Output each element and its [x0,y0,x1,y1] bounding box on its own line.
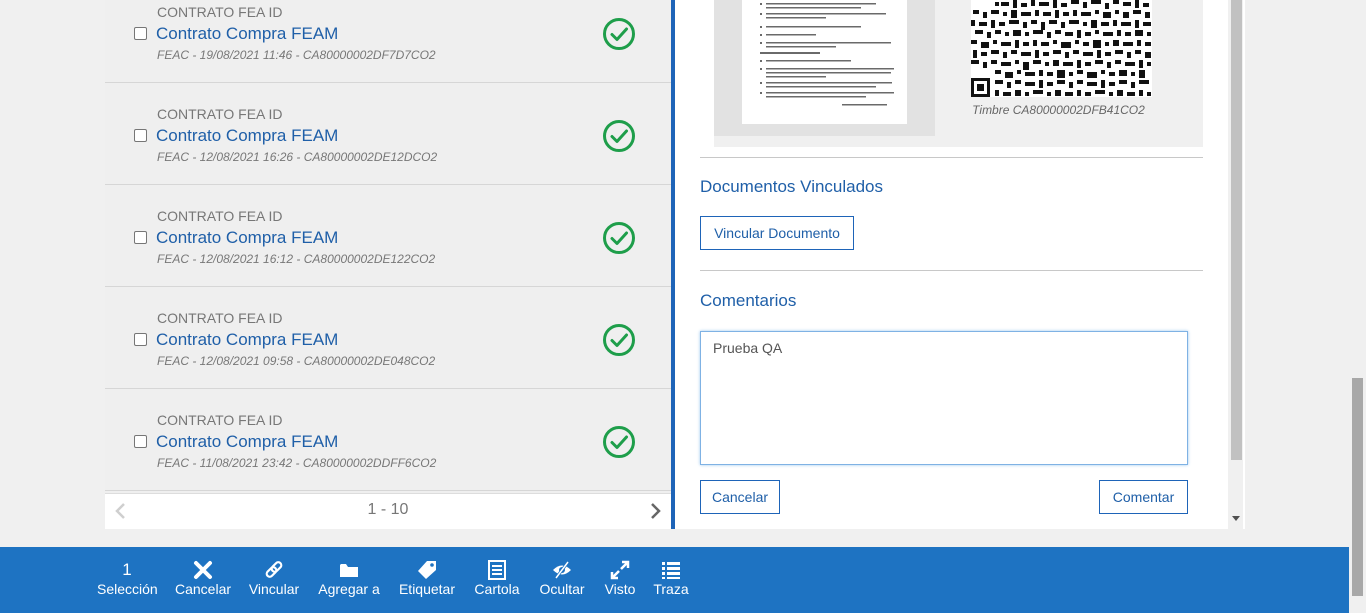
check-circle-icon [603,222,635,254]
list-item[interactable]: CONTRATO FEA ID Contrato Compra FEAM FEA… [105,0,671,83]
detail-scrollbar-thumb[interactable] [1231,0,1242,460]
folder-icon [340,564,358,577]
list-item[interactable]: CONTRATO FEA ID Contrato Compra FEAM FEA… [105,390,671,491]
timbre-caption: Timbre CA80000002DFB41CO2 [972,103,1145,117]
item-checkbox[interactable] [134,129,147,142]
comment-textarea[interactable]: Prueba QA [700,331,1188,465]
trace-toolbar-button[interactable]: Traza [652,559,690,597]
link-document-button[interactable]: Vincular Documento [700,216,854,250]
document-page-image [742,0,907,124]
item-type: CONTRATO FEA ID [157,4,283,20]
expand-icon [610,560,630,580]
toolbar-label: Agregar a [318,581,380,597]
chevron-right-icon[interactable] [647,502,663,520]
item-type: CONTRATO FEA ID [157,106,283,122]
link-icon [265,561,283,578]
page-scrollbar-thumb[interactable] [1352,378,1363,596]
linked-docs-title: Documentos Vinculados [700,177,884,196]
hide-toolbar-button[interactable]: Ocultar [537,559,587,597]
scroll-down-arrow-icon[interactable] [1232,516,1240,521]
toolbar-label: Selección [97,581,158,597]
toolbar-label: Ocultar [539,581,585,597]
item-meta: FEAC - 12/08/2021 16:12 - CA80000002DE12… [157,252,436,266]
item-type: CONTRATO FEA ID [157,412,283,428]
toolbar-label: Visto [604,581,636,597]
selection-button[interactable]: 1 Selección [97,559,158,597]
item-title[interactable]: Contrato Compra FEAM [156,228,338,248]
section-divider [700,270,1203,271]
cancel-button[interactable]: Cancelar [700,480,780,514]
item-type: CONTRATO FEA ID [157,208,283,224]
check-circle-icon [603,324,635,356]
document-list: CONTRATO FEA ID Contrato Compra FEAM FEA… [105,0,671,529]
toolbar-label: Traza [653,581,689,597]
check-circle-icon [603,120,635,152]
item-meta: FEAC - 19/08/2021 11:46 - CA80000002DF7D… [157,48,436,62]
check-circle-icon [603,426,635,458]
x-icon [194,561,212,579]
toolbar-label: Etiquetar [398,581,456,597]
document-thumbnail[interactable] [714,0,935,136]
toolbar-label: Vincular [248,581,300,597]
action-toolbar: 1 Selección Cancelar Vincular Agregar a … [0,547,1349,613]
list-item[interactable]: CONTRATO FEA ID Contrato Compra FEAM FEA… [105,84,671,185]
pagination: 1 - 10 [105,493,671,529]
comment-button[interactable]: Comentar [1099,480,1188,514]
check-circle-icon [603,18,635,50]
item-title[interactable]: Contrato Compra FEAM [156,432,338,452]
item-checkbox[interactable] [134,435,147,448]
link-toolbar-button[interactable]: Vincular [248,559,300,597]
add-to-toolbar-button[interactable]: Agregar a [318,559,380,597]
statement-toolbar-button[interactable]: Cartola [473,559,521,597]
comments-title: Comentarios [700,291,797,310]
item-meta: FEAC - 11/08/2021 23:42 - CA80000002DDFF… [157,456,437,470]
tag-icon [418,561,436,579]
seen-toolbar-button[interactable]: Visto [601,559,639,597]
document-detail: Timbre CA80000002DFB41CO2 Documentos Vin… [675,0,1245,529]
item-type: CONTRATO FEA ID [157,310,283,326]
item-checkbox[interactable] [134,27,147,40]
item-meta: FEAC - 12/08/2021 09:58 - CA80000002DE04… [157,354,436,368]
item-title[interactable]: Contrato Compra FEAM [156,24,338,44]
item-checkbox[interactable] [134,231,147,244]
cancel-toolbar-button[interactable]: Cancelar [175,559,231,597]
list-icon [662,562,680,579]
item-title[interactable]: Contrato Compra FEAM [156,126,338,146]
selection-count: 1 [122,560,132,579]
section-divider [700,157,1203,158]
eye-slash-icon [553,561,571,579]
toolbar-label: Cancelar [175,581,232,597]
item-title[interactable]: Contrato Compra FEAM [156,330,338,350]
item-checkbox[interactable] [134,333,147,346]
list-doc-icon [488,560,506,580]
item-meta: FEAC - 12/08/2021 16:26 - CA80000002DE12… [157,150,438,164]
toolbar-label: Cartola [474,581,520,597]
tag-toolbar-button[interactable]: Etiquetar [397,559,457,597]
list-item[interactable]: CONTRATO FEA ID Contrato Compra FEAM FEA… [105,186,671,287]
list-item[interactable]: CONTRATO FEA ID Contrato Compra FEAM FEA… [105,288,671,389]
page-range: 1 - 10 [367,501,409,518]
document-preview: Timbre CA80000002DFB41CO2 [714,0,1203,147]
qr-code-image [971,0,1152,97]
